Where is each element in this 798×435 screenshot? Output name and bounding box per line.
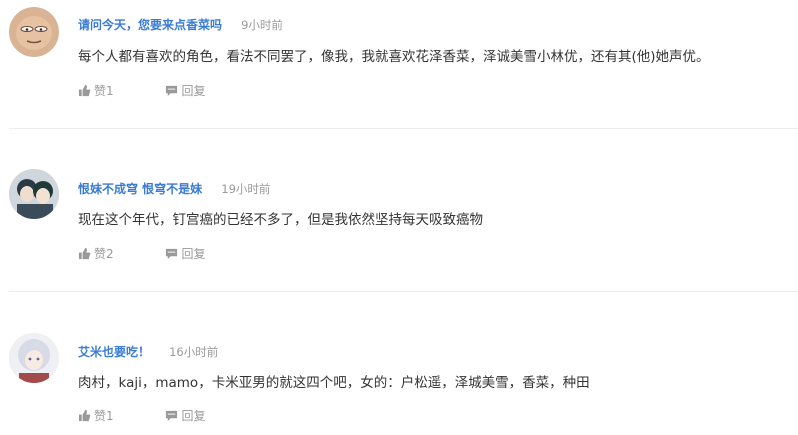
thumbs-up-icon <box>78 247 91 260</box>
avatar[interactable] <box>9 333 59 383</box>
reply-label: 回复 <box>181 84 206 98</box>
comment-text: 每个人都有喜欢的角色，看法不同罢了，像我，我就喜欢花泽香菜，泽诚美雪小林优，还有… <box>78 49 710 65</box>
thumbs-up-icon <box>78 409 91 422</box>
like-button[interactable]: 赞1 <box>78 82 114 99</box>
username[interactable]: 请问今天，您要来点香菜吗 <box>78 18 222 32</box>
comment-header: 艾米也要吃！ 16小时前 <box>78 341 218 360</box>
avatar[interactable] <box>9 7 59 57</box>
comment-text: 现在这个年代，钉宫癌的已经不多了，但是我依然坚持每天吸致癌物 <box>78 212 483 228</box>
like-count: 赞2 <box>94 247 114 261</box>
avatar[interactable] <box>9 169 59 219</box>
reply-bubble-icon <box>166 85 178 97</box>
divider <box>9 291 798 292</box>
like-button[interactable]: 赞2 <box>78 245 114 262</box>
comment-text: 肉村，kaji，mamo，卡米亚男的就这四个吧，女的：户松遥，泽城美雪，香菜，种… <box>78 375 590 391</box>
reply-button[interactable]: 回复 <box>165 407 205 424</box>
comment-header: 请问今天，您要来点香菜吗 9小时前 <box>78 14 283 33</box>
reply-bubble-icon <box>166 248 178 260</box>
username[interactable]: 艾米也要吃！ <box>78 345 150 359</box>
timestamp: 16小时前 <box>169 345 219 359</box>
reply-bubble-icon <box>166 410 178 422</box>
like-button[interactable]: 赞1 <box>78 407 114 424</box>
username[interactable]: 恨妹不成穹 恨穹不是妹 <box>78 182 202 196</box>
like-count: 赞1 <box>94 409 114 423</box>
reply-button[interactable]: 回复 <box>165 82 205 99</box>
reply-label: 回复 <box>181 247 206 261</box>
divider <box>9 128 798 129</box>
like-count: 赞1 <box>94 84 114 98</box>
avatar-face-icon <box>9 7 59 57</box>
reply-button[interactable]: 回复 <box>165 245 205 262</box>
timestamp: 9小时前 <box>241 18 283 32</box>
comment-actions: 赞1 回复 <box>78 407 205 425</box>
comment-actions: 赞2 回复 <box>78 245 205 263</box>
thumbs-up-icon <box>78 84 91 97</box>
avatar-anime-pair-icon <box>9 169 59 219</box>
timestamp: 19小时前 <box>221 182 271 196</box>
comment-actions: 赞1 回复 <box>78 82 205 100</box>
comment-header: 恨妹不成穹 恨穹不是妹 19小时前 <box>78 178 270 197</box>
avatar-anime-girl-icon <box>9 333 59 383</box>
reply-label: 回复 <box>181 409 206 423</box>
